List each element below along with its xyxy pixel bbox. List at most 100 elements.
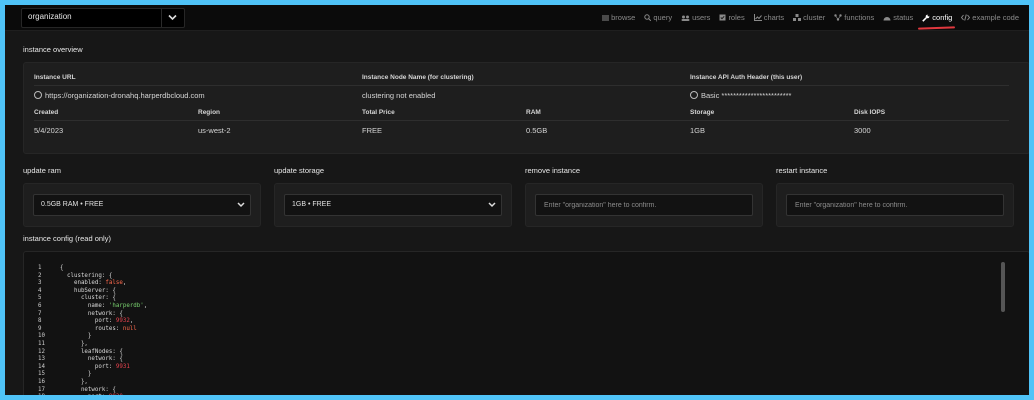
nav-config[interactable]: config [922,5,952,30]
update-storage-panel: 1GB • FREE [274,183,512,227]
nav-users-label: users [692,13,711,22]
users-icon [681,15,690,21]
organization-select-value: organization [28,12,72,21]
remove-instance-heading: remove instance [525,166,581,175]
code-line: 8 port: 9932, [38,318,147,326]
code-line: 2 clustering: { [38,273,147,281]
line-number: 16 [38,378,45,385]
code-text: clustering: { [60,272,113,279]
remove-confirm-field[interactable] [535,194,753,216]
code-line: 16 }, [38,379,147,387]
code-text: port: [60,363,116,370]
storage-label: Storage [690,109,715,116]
nav-roles[interactable]: roles [719,5,745,30]
restart-instance-panel [776,183,1014,227]
code-value: 9932 [115,318,130,325]
code-text: network: { [60,386,116,393]
code-line: 3 enabled: false, [38,280,147,288]
region-label: Region [198,109,221,116]
line-number: 1 [38,265,42,271]
divider [34,120,1009,121]
remove-confirm-input[interactable] [536,195,752,215]
nav-charts[interactable]: charts [753,5,784,30]
storage-select[interactable]: 1GB • FREE [284,194,502,216]
restart-confirm-input[interactable] [787,195,1003,215]
auth-header-text: Basic ************************ [701,91,792,100]
restart-confirm-field[interactable] [786,194,1004,216]
instance-url-value[interactable]: https://organization-dronahq.harperdbclo… [34,91,205,100]
scrollbar[interactable] [1001,262,1005,312]
line-number: 17 [38,386,45,393]
top-nav: browse query users roles charts cluster [593,5,1019,30]
nav-status[interactable]: status [883,5,913,30]
nav-example-code[interactable]: example code [961,5,1019,30]
nav-example-code-label: example code [972,13,1019,22]
ram-label: RAM [526,109,541,116]
code-icon [961,14,971,21]
remove-instance-panel [525,183,763,227]
chevron-down-icon [237,202,245,208]
code-line: 4 hubServer: { [38,288,147,296]
code-text: { [60,265,64,271]
code-text: } [60,333,92,340]
organization-select[interactable]: organization [21,8,185,28]
code-line: 6 name: 'harperdb', [38,303,147,311]
nav-users[interactable]: users [681,5,710,30]
nav-query-label: query [653,13,673,22]
config-code-viewer[interactable]: 1{2 clustering: {3 enabled: false, 4 hubS… [23,251,1029,395]
line-number: 3 [38,280,42,287]
code-text: network: { [60,310,123,317]
chevron-down-icon[interactable] [161,9,184,27]
nav-cluster[interactable]: cluster [793,5,825,30]
code-line: 12 leafNodes: { [38,349,147,357]
line-number: 8 [38,318,42,325]
code-line: 9 routes: null [38,326,147,334]
nav-status-label: status [893,13,914,22]
app-window: organization browse query users roles ch… [5,5,1029,395]
line-number: 4 [38,287,42,294]
code-punct: , [143,302,148,309]
code-text: leafNodes: { [60,348,123,355]
code-text: hubServer: { [60,287,116,294]
line-number: 18 [38,394,60,395]
roles-icon [719,14,726,21]
line-number: 10 [38,333,45,340]
nav-functions-label: functions [844,13,875,22]
overview-panel: Instance URL Instance Node Name (for clu… [23,62,1029,154]
created-label: Created [34,109,59,116]
restart-instance-heading: restart instance [776,166,828,175]
storage-value: 1GB [690,126,706,135]
search-icon [644,14,652,21]
code-value: false [105,280,123,287]
ram-select[interactable]: 0.5GB RAM • FREE [33,194,251,216]
code-line: 10 } [38,333,147,341]
line-number: 15 [38,371,45,378]
code-text: enabled: [60,280,106,287]
node-name-value: clustering not enabled [362,91,436,100]
chart-icon [753,14,762,21]
code-line: 15 } [38,371,147,379]
nav-functions[interactable]: functions [834,5,874,30]
auth-header-value[interactable]: Basic ************************ [690,91,791,100]
code-text: }, [60,340,88,347]
node-name-label: Instance Node Name (for clustering) [362,74,474,81]
cluster-icon [793,14,802,21]
storage-select-value: 1GB • FREE [292,201,332,208]
code-text: cluster: { [60,295,116,302]
nav-browse[interactable]: browse [602,5,635,30]
disk-iops-value: 3000 [854,126,871,135]
line-number: 11 [38,340,45,347]
top-bar: organization browse query users roles ch… [5,5,1029,31]
code-line: 11 }, [38,341,147,349]
nav-query[interactable]: query [644,5,672,30]
ram-select-value: 0.5GB RAM • FREE [41,201,104,208]
nav-roles-label: roles [728,13,745,22]
auth-header-label: Instance API Auth Header (this user) [690,74,803,81]
code-line: 7 network: { [38,311,147,319]
total-price-value: FREE [362,126,383,135]
line-number: 12 [38,348,45,355]
line-number: 5 [38,295,42,302]
disk-iops-label: Disk IOPS [854,109,886,116]
code-text: port: [60,318,116,325]
code-line: 1{ [38,265,147,273]
